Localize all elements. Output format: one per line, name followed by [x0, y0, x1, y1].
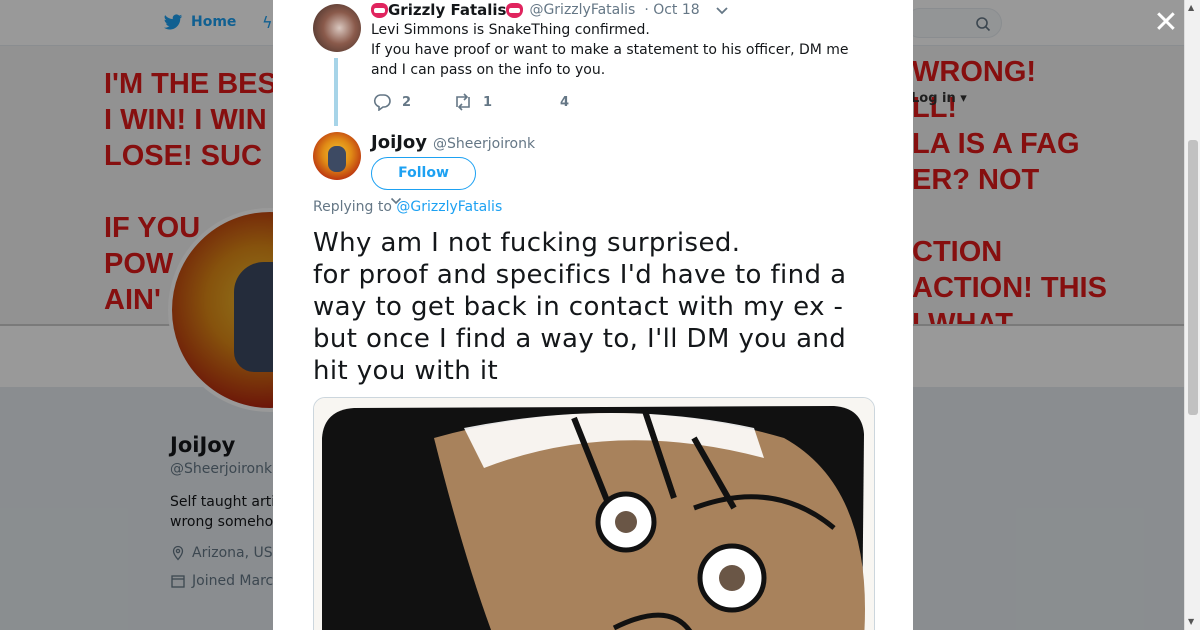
tweet-text: Why am I not fucking surprised. for proo… [313, 227, 879, 387]
tweet-author-avatar[interactable] [313, 132, 361, 180]
replying-to-prefix: Replying to [313, 199, 392, 215]
tweet-author-handle[interactable]: @Sheerjoironk [433, 136, 535, 152]
scrollbar-thumb[interactable] [1188, 140, 1198, 415]
parent-tweet-text: Levi Simmons is SnakeThing confirmed. If… [371, 20, 861, 80]
parent-tweet-text-line: Levi Simmons is SnakeThing confirmed. [371, 22, 650, 38]
tweet-text-line: way to get back in contact with my ex - [313, 292, 844, 322]
red-mouth-emoji-icon [371, 2, 388, 18]
parent-tweet-text-line: If you have proof or want to make a stat… [371, 42, 849, 78]
tweet-modal: Grizzly Fatalis @GrizzlyFatalis · Oct 18… [273, 0, 913, 630]
retweet-icon [456, 93, 470, 111]
parent-tweet-handle[interactable]: @GrizzlyFatalis [529, 2, 635, 18]
reply-icon [373, 94, 391, 111]
retweet-button[interactable]: 1 [453, 93, 560, 111]
reply-button[interactable]: 2 [372, 93, 453, 111]
red-mouth-emoji-icon [506, 2, 524, 18]
parent-tweet-actions: 2 1 4 [372, 93, 569, 111]
like-count: 4 [560, 94, 570, 110]
like-button[interactable]: 4 [560, 95, 569, 110]
close-icon[interactable]: ✕ [1153, 8, 1179, 38]
follow-button[interactable]: Follow [371, 157, 476, 190]
tweet-text-line: hit you with it [313, 356, 499, 386]
replying-to-mention-link[interactable]: @GrizzlyFatalis [396, 199, 502, 215]
tweet-author-name[interactable]: JoiJoy [371, 132, 427, 153]
parent-tweet-author-name[interactable]: Grizzly Fatalis [388, 1, 506, 19]
scroll-up-arrow[interactable]: ▲ [1188, 3, 1194, 12]
page-scrollbar[interactable]: ▲ ▼ [1184, 0, 1200, 630]
replying-to: Replying to @GrizzlyFatalis [313, 199, 502, 215]
chevron-down-icon[interactable] [390, 197, 402, 205]
chevron-down-icon[interactable] [715, 6, 729, 16]
thread-connector-line [334, 58, 338, 126]
parent-tweet-timestamp[interactable]: · Oct 18 [644, 2, 699, 18]
reply-count: 2 [402, 94, 412, 110]
retweet-count: 1 [483, 94, 493, 110]
tweet-text-line: Why am I not fucking surprised. [313, 228, 741, 258]
cartoon-face-illustration [314, 398, 874, 630]
tweet-text-line: but once I find a way to, I'll DM you an… [313, 324, 847, 354]
parent-tweet-avatar[interactable] [313, 4, 361, 52]
tweet-media-image[interactable] [313, 397, 875, 630]
avatar-character-face [328, 146, 346, 172]
scroll-down-arrow[interactable]: ▼ [1188, 617, 1194, 626]
parent-tweet-header: Grizzly Fatalis @GrizzlyFatalis · Oct 18 [371, 1, 700, 19]
tweet-text-line: for proof and specifics I'd have to find… [313, 260, 847, 290]
